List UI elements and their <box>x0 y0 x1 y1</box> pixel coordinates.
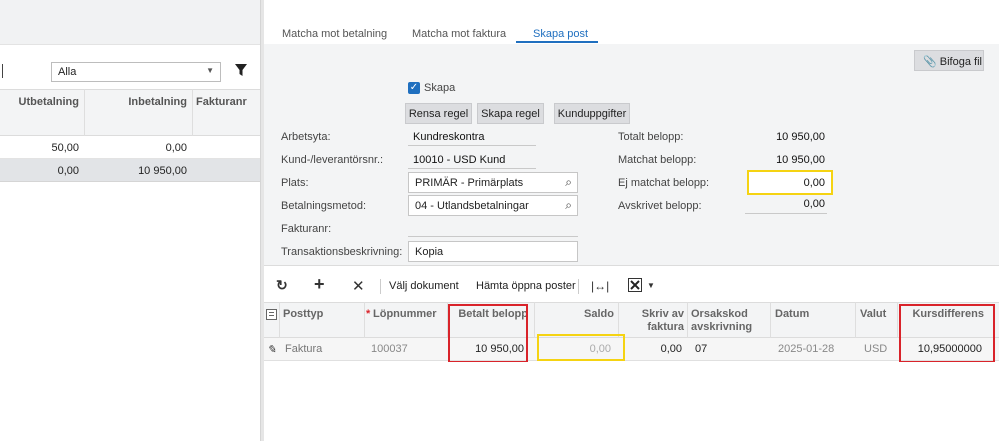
row-skriv-av-faktura[interactable]: 0,00 <box>622 343 682 355</box>
row1-inbetalning: 0,00 <box>165 142 187 154</box>
kund-label: Kund-/leverantörsnr.: <box>281 154 384 166</box>
plats-input[interactable]: PRIMÄR - Primärplats ⌕ <box>408 172 578 193</box>
search-icon[interactable]: ⌕ <box>565 175 572 190</box>
col-orsakskod-line2: avskrivning <box>691 321 753 333</box>
filter-icon[interactable] <box>234 63 248 80</box>
fakturanr-field[interactable] <box>408 222 578 237</box>
valj-dokument-button[interactable]: Välj dokument <box>389 280 459 292</box>
kursdifferens-highlight <box>899 304 995 363</box>
fit-columns-icon[interactable]: |↔| <box>591 279 609 293</box>
attach-file-label: Bifoga fil <box>939 56 982 68</box>
ej-matchat-belopp-label: Ej matchat belopp: <box>618 177 710 189</box>
col-inbetalning[interactable]: Inbetalning <box>84 96 192 108</box>
filter-select[interactable]: Alla ▼ <box>51 62 221 82</box>
col-saldo[interactable]: Saldo <box>536 308 614 320</box>
saldo-highlight <box>537 334 625 361</box>
chevron-down-icon: ▼ <box>206 66 214 75</box>
column-settings-icon[interactable] <box>266 309 277 320</box>
col-utbetalning[interactable]: Utbetalning <box>0 96 84 108</box>
row-lopnummer: 100037 <box>371 343 408 355</box>
skapa-checkbox[interactable]: ✓ <box>408 82 420 94</box>
col-datum[interactable]: Datum <box>775 308 809 320</box>
add-icon[interactable]: + <box>314 274 325 295</box>
hamta-oppna-poster-button[interactable]: Hämta öppna poster <box>476 280 576 292</box>
filter-select-value: Alla <box>58 66 77 78</box>
search-icon[interactable]: ⌕ <box>565 198 572 213</box>
betalningsmetod-label: Betalningsmetod: <box>281 200 366 212</box>
col-fakturanr[interactable]: Fakturanr <box>192 96 260 108</box>
skapa-checkbox-label: Skapa <box>424 82 456 94</box>
row-posttyp: Faktura <box>285 343 323 355</box>
col-orsakskod-line1[interactable]: Orsakskod <box>691 308 748 320</box>
betalt-belopp-highlight <box>448 304 528 363</box>
matchat-belopp-label: Matchat belopp: <box>618 154 697 166</box>
left-header-bar <box>0 0 260 45</box>
row1-utbetalning: 50,00 <box>51 142 79 154</box>
left-edge-marker <box>0 64 3 78</box>
plats-value: PRIMÄR - Primärplats <box>415 177 524 189</box>
attach-file-button[interactable]: 📎 Bifoga fil <box>914 50 984 71</box>
betalningsmetod-input[interactable]: 04 - Utlandsbetalningar ⌕ <box>408 195 578 216</box>
tab-matcha-mot-faktura[interactable]: Matcha mot faktura <box>412 28 506 40</box>
edit-pencil-icon[interactable]: ✎ <box>267 343 276 356</box>
row2-inbetalning: 10 950,00 <box>138 165 187 177</box>
col-skriv-av-faktura-line2: faktura <box>647 321 684 333</box>
matchat-belopp-value: 10 950,00 <box>776 154 825 166</box>
col-lopnummer[interactable]: Löpnummer <box>373 308 437 320</box>
active-tab-indicator <box>516 41 598 43</box>
transaktionsbeskrivning-value: Kopia <box>415 246 444 258</box>
totalt-belopp-value: 10 950,00 <box>776 131 825 143</box>
kund-field[interactable]: 10010 - USD Kund <box>408 152 536 169</box>
chevron-down-icon[interactable]: ▼ <box>647 281 655 290</box>
transaktionsbeskrivning-label: Transaktionsbeskrivning: <box>281 246 403 258</box>
fakturanr-label: Fakturanr: <box>281 223 332 235</box>
totalt-belopp-label: Totalt belopp: <box>618 131 684 143</box>
row2-utbetalning: 0,00 <box>57 165 79 177</box>
export-excel-icon[interactable] <box>628 278 642 295</box>
ej-matchat-belopp-value: 0,00 <box>803 177 825 189</box>
col-valut[interactable]: Valut <box>860 308 886 320</box>
betalningsmetod-value: 04 - Utlandsbetalningar <box>415 200 529 212</box>
refresh-icon[interactable]: ↻ <box>276 277 288 294</box>
plats-label: Plats: <box>281 177 309 189</box>
row-valut: USD <box>864 343 888 355</box>
kunduppgifter-button[interactable]: Kunduppgifter <box>554 103 630 124</box>
row-orsakskod[interactable]: 07 <box>695 343 707 355</box>
grid-body-empty <box>264 362 999 441</box>
avskrivet-belopp-label: Avskrivet belopp: <box>618 200 702 212</box>
tab-matcha-mot-betalning[interactable]: Matcha mot betalning <box>282 28 387 40</box>
rensa-regel-button[interactable]: Rensa regel <box>405 103 472 124</box>
skapa-regel-button[interactable]: Skapa regel <box>477 103 544 124</box>
row-datum: 2025-01-28 <box>778 343 835 355</box>
required-mark: * <box>366 308 371 320</box>
col-skriv-av-faktura-line1[interactable]: Skriv av <box>620 308 684 320</box>
toolbar-separator <box>578 279 579 294</box>
arbetsyta-label: Arbetsyta: <box>281 131 331 143</box>
delete-icon[interactable]: ✕ <box>352 277 365 295</box>
arbetsyta-field[interactable]: Kundreskontra <box>408 129 536 146</box>
tab-skapa-post[interactable]: Skapa post <box>533 28 588 40</box>
paperclip-icon: 📎 <box>923 56 937 68</box>
transaktionsbeskrivning-input[interactable]: Kopia <box>408 241 578 262</box>
avskrivet-belopp-value[interactable]: 0,00 <box>745 198 827 214</box>
toolbar-separator <box>380 279 381 294</box>
col-posttyp[interactable]: Posttyp <box>283 308 323 320</box>
